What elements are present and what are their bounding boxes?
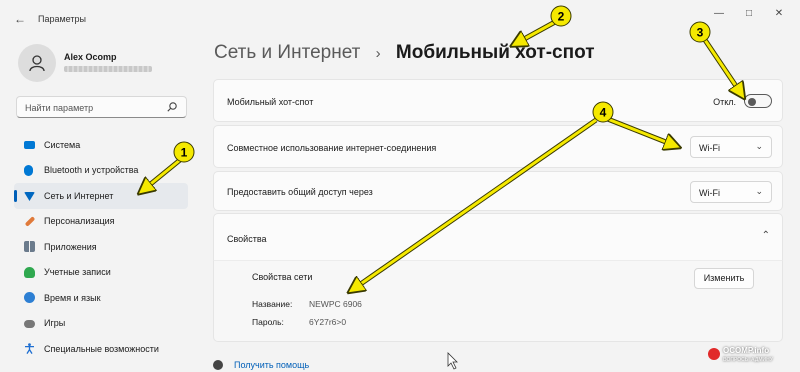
user-name: Alex Ocomp xyxy=(64,52,117,62)
password-key: Пароль: xyxy=(252,317,284,327)
sidebar-item-label: Bluetooth и устройства xyxy=(44,165,139,176)
hotspot-toggle[interactable] xyxy=(744,94,772,108)
globe-icon xyxy=(24,292,35,303)
watermark-subtext: ВОПРОСЫ АДМИНУ xyxy=(723,357,773,363)
sidebar-item-accounts[interactable]: Учетные записи xyxy=(14,260,188,286)
app-title: Параметры xyxy=(38,14,86,24)
user-profile[interactable]: Alex Ocomp xyxy=(18,44,198,84)
watermark-logo: OCOMP.info ВОПРОСЫ АДМИНУ xyxy=(708,344,796,366)
search-placeholder: Найти параметр xyxy=(25,103,94,113)
toggle-knob xyxy=(748,97,756,106)
breadcrumb-separator: › xyxy=(375,45,381,62)
window-controls: — □ ✕ xyxy=(704,8,794,19)
sidebar-item-label: Время и язык xyxy=(44,292,101,303)
sidebar-item-label: Сеть и Интернет xyxy=(44,190,114,201)
network-icon xyxy=(24,192,35,201)
name-key: Название: xyxy=(252,299,293,309)
properties-title: Свойства xyxy=(227,234,267,244)
sidebar-nav: Система Bluetooth и устройства Сеть и Ин… xyxy=(14,132,188,362)
plus-icon xyxy=(708,348,720,360)
search-icon xyxy=(167,102,177,112)
apps-icon xyxy=(24,241,35,252)
hotspot-label: Мобильный хот-спот xyxy=(227,97,314,107)
sharing-card: Совместное использование интернет-соедин… xyxy=(213,125,783,168)
user-email-blurred xyxy=(64,66,152,72)
name-value: NEWPC 6906 xyxy=(309,299,362,309)
sidebar-item-label: Игры xyxy=(44,318,66,329)
network-properties-label: Свойства сети xyxy=(252,272,313,282)
help-label: Получить помощь xyxy=(234,360,310,370)
sidebar-item-system[interactable]: Система xyxy=(14,132,188,158)
properties-header[interactable]: Свойства ⌃ xyxy=(213,213,783,261)
sidebar-item-label: Система xyxy=(44,139,81,150)
share-over-value: Wi-Fi xyxy=(699,188,720,198)
settings-window: ← Параметры — □ ✕ Alex Ocomp Найти парам… xyxy=(0,0,800,372)
minimize-button[interactable]: — xyxy=(704,8,734,19)
sharing-value: Wi-Fi xyxy=(699,143,720,153)
sidebar-item-bluetooth[interactable]: Bluetooth и устройства xyxy=(14,158,188,184)
sidebar-item-accessibility[interactable]: Специальные возможности xyxy=(14,336,188,362)
share-over-card: Предоставить общий доступ через Wi-Fi ⌄ xyxy=(213,171,783,211)
chevron-down-icon: ⌄ xyxy=(755,186,763,196)
maximize-button[interactable]: □ xyxy=(734,8,764,19)
watermark-text: OCOMP.info xyxy=(723,346,770,355)
sidebar-item-network[interactable]: Сеть и Интернет xyxy=(14,183,188,209)
title-bar: ← Параметры — □ ✕ xyxy=(0,0,800,34)
share-over-label: Предоставить общий доступ через xyxy=(227,187,373,197)
sidebar-item-apps[interactable]: Приложения xyxy=(14,234,188,260)
sharing-label: Совместное использование интернет-соедин… xyxy=(227,143,437,153)
accounts-icon xyxy=(24,266,35,278)
back-button[interactable]: ← xyxy=(14,12,26,26)
properties-body: Свойства сети Изменить Название: NEWPC 6… xyxy=(213,260,783,342)
edit-button[interactable]: Изменить xyxy=(694,268,754,289)
breadcrumb: Сеть и Интернет › Мобильный хот-спот xyxy=(214,42,595,64)
bluetooth-icon xyxy=(24,164,33,176)
system-icon xyxy=(24,141,35,149)
accessibility-icon xyxy=(25,343,34,354)
user-icon xyxy=(29,55,45,72)
sharing-dropdown[interactable]: Wi-Fi ⌄ xyxy=(690,136,772,158)
password-value: 6Y27r6>0 xyxy=(309,317,347,327)
close-button[interactable]: ✕ xyxy=(764,8,794,19)
sidebar-item-personalization[interactable]: Персонализация xyxy=(14,209,188,235)
sidebar-item-label: Специальные возможности xyxy=(44,343,159,354)
sidebar-item-time-language[interactable]: Время и язык xyxy=(14,285,188,311)
sidebar-item-label: Персонализация xyxy=(44,216,115,227)
sidebar-item-gaming[interactable]: Игры xyxy=(14,311,188,337)
page-title: Мобильный хот-спот xyxy=(395,42,595,63)
share-over-dropdown[interactable]: Wi-Fi ⌄ xyxy=(690,181,772,203)
sidebar-item-label: Учетные записи xyxy=(44,267,111,278)
chevron-down-icon: ⌄ xyxy=(755,141,763,151)
help-icon xyxy=(213,360,223,370)
chevron-up-icon[interactable]: ⌃ xyxy=(762,230,770,241)
breadcrumb-parent[interactable]: Сеть и Интернет xyxy=(214,42,360,63)
gamepad-icon xyxy=(24,319,35,328)
hotspot-card: Мобильный хот-спот Откл. xyxy=(213,79,783,122)
hotspot-state: Откл. xyxy=(713,97,736,107)
sidebar-item-label: Приложения xyxy=(44,241,97,252)
avatar xyxy=(18,44,56,82)
brush-icon xyxy=(24,215,36,227)
search-input[interactable]: Найти параметр xyxy=(16,96,187,118)
